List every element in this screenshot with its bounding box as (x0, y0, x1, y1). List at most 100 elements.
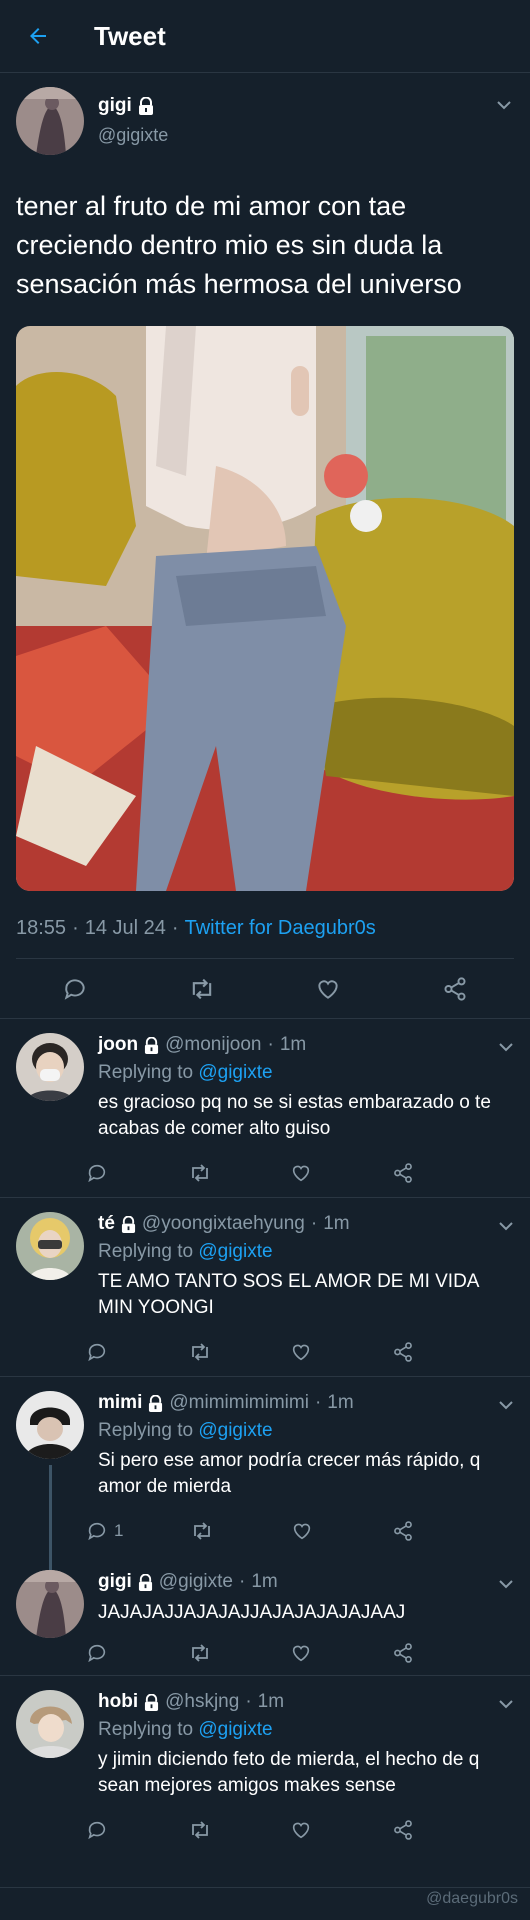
avatar[interactable] (16, 1212, 84, 1280)
chevron-down-icon[interactable] (496, 1216, 516, 1236)
share-icon (394, 1521, 412, 1541)
author-name[interactable]: gigi (98, 95, 168, 117)
reply-item[interactable]: hobi @hskjng · 1m Replying to @gigixte y… (0, 1676, 530, 1888)
retweet-button[interactable] (188, 1340, 222, 1364)
share-icon (394, 1163, 412, 1183)
reply-button[interactable] (86, 1341, 120, 1363)
reply-author-handle[interactable]: @mimimimimimi (169, 1392, 309, 1414)
tweet-source-link[interactable]: Twitter for Daegubr0s (185, 917, 376, 940)
retweet-button[interactable] (188, 1161, 222, 1185)
share-icon (444, 976, 466, 1001)
reply-text: Si pero ese amor podría crecer más rápid… (98, 1450, 481, 1497)
replying-to-link[interactable]: @gigixte (198, 1241, 272, 1262)
retweet-button[interactable] (188, 1818, 222, 1842)
retweet-icon (194, 1522, 211, 1540)
separator: · (245, 1691, 252, 1712)
avatar[interactable] (16, 1570, 84, 1638)
tweet-actions (0, 959, 530, 1019)
replying-to-link[interactable]: @gigixte (198, 1062, 272, 1083)
like-button[interactable] (290, 1819, 324, 1841)
reply-item[interactable]: joon @monijoon · 1m Replying to @gigixte… (0, 1019, 530, 1198)
author-handle[interactable]: @gigixte (98, 125, 168, 146)
avatar[interactable] (16, 1690, 84, 1758)
tweet-photo[interactable] (16, 326, 514, 891)
lock-icon (145, 1693, 159, 1711)
replying-to-link[interactable]: @gigixte (198, 1719, 272, 1740)
reply-item[interactable]: té @yoongixtaehyung · 1m Replying to @gi… (0, 1198, 530, 1377)
reply-actions (86, 1335, 426, 1369)
chevron-down-icon[interactable] (496, 1574, 516, 1594)
chevron-down-icon[interactable] (496, 1694, 516, 1714)
retweet-button[interactable] (185, 972, 219, 1006)
chevron-down-icon[interactable] (494, 95, 514, 115)
reply-author-handle[interactable]: @hskjng (165, 1691, 239, 1713)
lock-icon (138, 1573, 152, 1591)
reply-time: 1m (327, 1392, 354, 1413)
avatar[interactable] (16, 87, 84, 155)
reply-author-name[interactable]: mimi (98, 1392, 142, 1414)
reply-text: JAJAJAJJAJAJAJJAJAJAJAJAJAAJ (98, 1602, 406, 1623)
reply-icon (64, 978, 85, 1000)
back-arrow-icon (30, 28, 46, 44)
reply-text: es gracioso pq no se si estas embarazado… (98, 1092, 491, 1139)
share-button[interactable] (438, 972, 472, 1006)
retweet-icon (192, 978, 211, 999)
reply-button[interactable]: 1 (86, 1520, 123, 1542)
reply-item[interactable]: mimi @mimimimimimi · 1m Replying to @gig… (0, 1377, 530, 1570)
chevron-down-icon[interactable] (496, 1037, 516, 1057)
retweet-button[interactable] (190, 1519, 224, 1543)
reply-author-name[interactable]: gigi (98, 1571, 132, 1593)
lock-icon (149, 1394, 163, 1412)
reply-time: 1m (257, 1691, 285, 1712)
reply-author-name[interactable]: té (98, 1213, 115, 1235)
reply-actions (86, 1813, 426, 1847)
reply-author-handle[interactable]: @monijoon (165, 1034, 261, 1056)
thread-connector (49, 1465, 52, 1570)
reply-actions (86, 1636, 426, 1670)
separator: · (314, 1392, 322, 1413)
like-icon (292, 1822, 310, 1839)
replying-to-link[interactable]: @gigixte (198, 1420, 272, 1441)
reply-button[interactable] (86, 1819, 120, 1841)
reply-author-handle[interactable]: @yoongixtaehyung (142, 1213, 305, 1235)
like-button[interactable] (290, 1341, 324, 1363)
share-button[interactable] (392, 1162, 426, 1184)
back-button[interactable] (18, 16, 58, 56)
like-icon (292, 1645, 310, 1662)
top-bar: Tweet (0, 0, 530, 73)
like-button[interactable] (291, 1520, 325, 1542)
lock-icon (121, 1215, 135, 1233)
reply-time: 1m (323, 1213, 350, 1234)
share-button[interactable] (392, 1520, 426, 1542)
reply-icon (88, 1164, 106, 1183)
reply-actions (86, 1156, 426, 1190)
reply-item[interactable]: gigi @gigixte · 1m JAJAJAJJAJAJAJJAJAJAJ… (0, 1556, 530, 1676)
reply-icon (88, 1522, 106, 1541)
avatar[interactable] (16, 1033, 84, 1101)
like-icon (292, 1344, 310, 1361)
chevron-down-icon[interactable] (496, 1395, 516, 1415)
retweet-icon (192, 1164, 208, 1182)
reply-time: 1m (279, 1034, 307, 1055)
reply-icon (88, 1343, 106, 1362)
tweet-meta: 18:55 · 14 Jul 24 · Twitter for Daegubr0… (16, 917, 514, 940)
retweet-button[interactable] (188, 1641, 222, 1665)
like-button[interactable] (311, 972, 345, 1006)
reply-author-handle[interactable]: @gigixte (159, 1571, 233, 1593)
reply-author-name[interactable]: hobi (98, 1691, 138, 1713)
like-button[interactable] (290, 1642, 324, 1664)
share-button[interactable] (392, 1341, 426, 1363)
reply-author-name[interactable]: joon (98, 1034, 138, 1056)
retweet-icon (192, 1343, 208, 1361)
like-icon (318, 979, 338, 999)
separator: · (239, 1571, 246, 1592)
avatar[interactable] (16, 1391, 84, 1459)
like-icon (293, 1523, 311, 1540)
share-icon (394, 1820, 412, 1840)
share-button[interactable] (392, 1642, 426, 1664)
reply-button[interactable] (86, 1162, 120, 1184)
share-button[interactable] (392, 1819, 426, 1841)
reply-button[interactable] (58, 972, 92, 1006)
reply-button[interactable] (86, 1642, 120, 1664)
like-button[interactable] (290, 1162, 324, 1184)
